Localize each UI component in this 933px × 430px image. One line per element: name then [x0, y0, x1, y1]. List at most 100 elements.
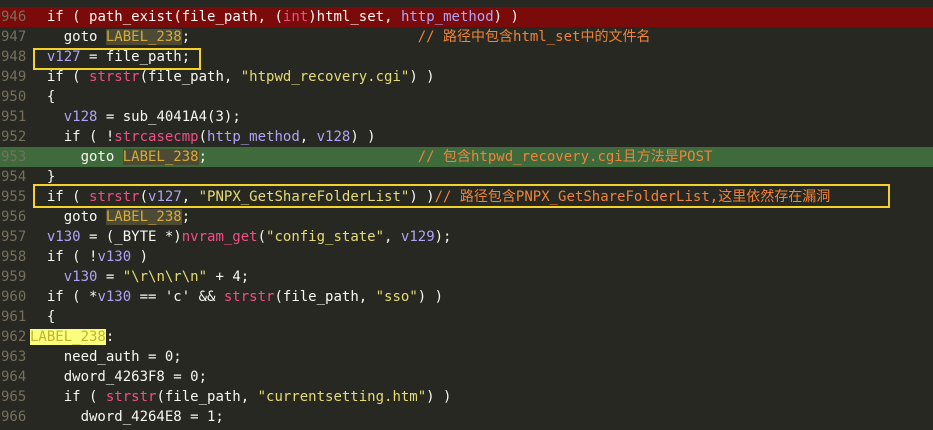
code-text: v128 = sub_4041A4(3);	[30, 107, 241, 127]
code-token: ,	[223, 69, 241, 85]
line-number: 949	[1, 69, 27, 85]
code-text: v130 = (_BYTE *)nvram_get("config_state"…	[30, 227, 452, 247]
code-text: if ( strstr(file_path, "htpwd_recovery.c…	[30, 67, 435, 87]
code-line[interactable]: 965 if ( strstr(file_path, "currentsetti…	[0, 387, 933, 407]
code-token: file_path	[164, 389, 241, 405]
code-token: )	[308, 9, 317, 25]
code-text: v130 = "\r\n\r\n" + 4;	[30, 267, 249, 287]
code-token: file_path	[282, 289, 359, 305]
code-comment: // 包含htpwd_recovery.cgi且方法是POST	[417, 149, 713, 165]
code-token: file_path	[181, 9, 258, 25]
code-text: {	[30, 307, 55, 327]
code-label: LABEL_238	[30, 329, 106, 345]
code-text: if ( *v130 == 'c' && strstr(file_path, "…	[30, 287, 443, 307]
code-token: =	[97, 269, 123, 285]
code-token: :	[105, 329, 115, 345]
code-line[interactable]: 956 goto LABEL_238;	[0, 207, 933, 227]
line-number: 948	[1, 49, 27, 65]
line-number: 950	[1, 89, 27, 105]
code-token: {	[30, 89, 56, 105]
code-line[interactable]: 951 v128 = sub_4041A4(3);	[0, 107, 933, 127]
code-line[interactable]: 957 v130 = (_BYTE *)nvram_get("config_st…	[0, 227, 933, 247]
code-text: if ( path_exist(file_path, (int)html_set…	[30, 7, 519, 27]
code-line[interactable]: 960 if ( *v130 == 'c' && strstr(file_pat…	[0, 287, 933, 307]
code-token: if ( !	[30, 249, 98, 265]
code-token: v130	[97, 249, 132, 265]
code-token: =	[97, 109, 123, 125]
annotation-box-pnpx	[33, 184, 890, 208]
code-token: v128	[316, 129, 351, 145]
code-token: );	[434, 229, 452, 245]
code-token: if ( *	[30, 289, 98, 305]
code-token: ) )	[417, 289, 444, 305]
code-text: dword_4263F8 = 0;	[30, 367, 207, 387]
line-number: 965	[1, 389, 27, 405]
code-label: LABEL_238	[105, 29, 182, 45]
code-line[interactable]: 949 if ( strstr(file_path, "htpwd_recove…	[0, 67, 933, 87]
line-number: 953	[1, 149, 27, 165]
code-token: ,	[299, 129, 317, 145]
code-token: if ( !	[30, 129, 115, 145]
code-line[interactable]: 959 v130 = "\r\n\r\n" + 4;	[0, 267, 933, 287]
code-token: (	[173, 9, 182, 25]
code-token: ,	[358, 289, 376, 305]
code-line[interactable]: 952 if ( !strcasecmp(http_method, v128) …	[0, 127, 933, 147]
code-token: nvram_get	[181, 229, 258, 245]
code-token: (	[274, 289, 283, 305]
code-token: == 'c' &&	[131, 289, 224, 305]
code-token: "config_state"	[266, 229, 385, 245]
code-line[interactable]: 962 LABEL_238:	[0, 327, 933, 347]
code-text: if ( !v130 )	[30, 247, 148, 267]
code-line[interactable]: 947 goto LABEL_238; // 路径中包含html_set中的文件…	[0, 27, 933, 47]
code-token: ,	[240, 389, 258, 405]
code-token: if (	[30, 389, 106, 405]
line-number: 957	[1, 229, 27, 245]
code-text: if ( strstr(file_path, "currentsetting.h…	[30, 387, 452, 407]
code-line[interactable]: 961 {	[0, 307, 933, 327]
code-token: http_method	[400, 9, 494, 25]
code-token: (	[257, 229, 267, 245]
code-text: need_auth = 0;	[30, 347, 182, 367]
code-token: "currentsetting.htm"	[257, 389, 427, 405]
code-token: ,	[384, 229, 401, 245]
code-token: ;	[181, 29, 418, 45]
code-line[interactable]: 950 {	[0, 87, 933, 107]
code-token: strstr	[105, 389, 157, 405]
code-token: ,	[384, 9, 401, 25]
code-line[interactable]: 964 dword_4263F8 = 0;	[0, 367, 933, 387]
code-token: strstr	[223, 289, 275, 305]
code-token: (	[139, 69, 149, 85]
code-line[interactable]: 958 if ( !v130 )	[0, 247, 933, 267]
code-line[interactable]: 953 goto LABEL_238; // 包含htpwd_recovery.…	[0, 147, 933, 167]
code-token: goto	[30, 209, 106, 225]
code-token: = (_BYTE *)	[80, 229, 182, 245]
line-number: 960	[1, 289, 27, 305]
code-text: dword_4264E8 = 1;	[30, 407, 224, 427]
code-line[interactable]: 946 if ( path_exist(file_path, (int)html…	[0, 7, 933, 27]
code-text: goto LABEL_238; // 路径中包含html_set中的文件名	[30, 27, 650, 47]
code-token: if (	[30, 9, 90, 25]
code-token: strstr	[89, 69, 140, 85]
line-number: 947	[1, 29, 27, 45]
line-number: 952	[1, 129, 27, 145]
code-text: if ( !strcasecmp(http_method, v128) )	[30, 127, 376, 147]
code-line[interactable]: 963 need_auth = 0;	[0, 347, 933, 367]
code-token: goto	[30, 29, 106, 45]
code-token: int	[282, 9, 309, 25]
code-token: dword_4263F8 = 0;	[30, 369, 208, 385]
code-token: if (	[30, 69, 90, 85]
line-number: 961	[1, 309, 27, 325]
line-number: 964	[1, 369, 27, 385]
code-token: "sso"	[375, 289, 418, 305]
code-comment: // 路径中包含html_set中的文件名	[417, 29, 651, 45]
code-token: http_method	[207, 129, 300, 145]
line-number: 959	[1, 269, 27, 285]
code-line[interactable]: 966 dword_4264E8 = 1;	[0, 407, 933, 427]
line-number: 956	[1, 209, 27, 225]
code-token: "\r\n\r\n"	[122, 269, 208, 285]
line-number: 963	[1, 349, 27, 365]
code-token: "htpwd_recovery.cgi"	[240, 69, 410, 85]
code-text: goto LABEL_238;	[30, 207, 190, 227]
code-token: {	[30, 309, 56, 325]
